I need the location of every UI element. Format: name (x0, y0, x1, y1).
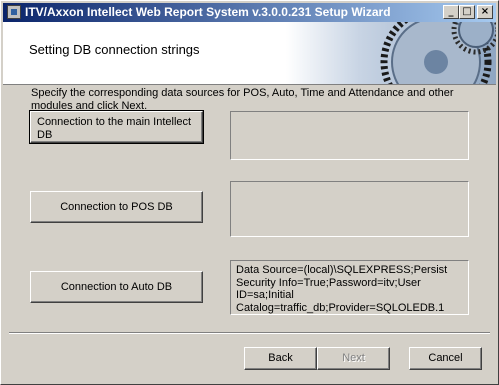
pos-db-connection-string (230, 181, 469, 237)
wizard-header: Setting DB connection strings (3, 22, 496, 85)
title-bar[interactable]: ITV/Axxon Intellect Web Report System v.… (3, 3, 496, 22)
setup-wizard-window: ITV/Axxon Intellect Web Report System v.… (0, 0, 499, 385)
cancel-button[interactable]: Cancel (409, 347, 482, 370)
minimize-button[interactable]: _ (443, 5, 459, 19)
pos-db-connection-button[interactable]: Connection to POS DB (30, 191, 203, 223)
next-button[interactable]: Next (317, 347, 390, 370)
window-title: ITV/Axxon Intellect Web Report System v.… (25, 5, 391, 19)
main-db-connection-button[interactable]: Connection to the main Intellect DB (29, 110, 204, 144)
maximize-button[interactable]: □ (459, 5, 475, 19)
auto-db-connection-string: Data Source=(local)\SQLEXPRESS;Persist S… (230, 260, 469, 315)
auto-db-connection-button[interactable]: Connection to Auto DB (30, 271, 203, 303)
close-button[interactable]: × (477, 5, 493, 19)
back-button[interactable]: Back (244, 347, 317, 370)
gears-banner-image (286, 22, 496, 84)
main-db-connection-string (230, 111, 469, 160)
footer-separator (9, 332, 490, 334)
app-icon (7, 5, 21, 19)
instructions-text: Specify the corresponding data sources f… (31, 87, 454, 112)
page-title: Setting DB connection strings (29, 42, 200, 57)
